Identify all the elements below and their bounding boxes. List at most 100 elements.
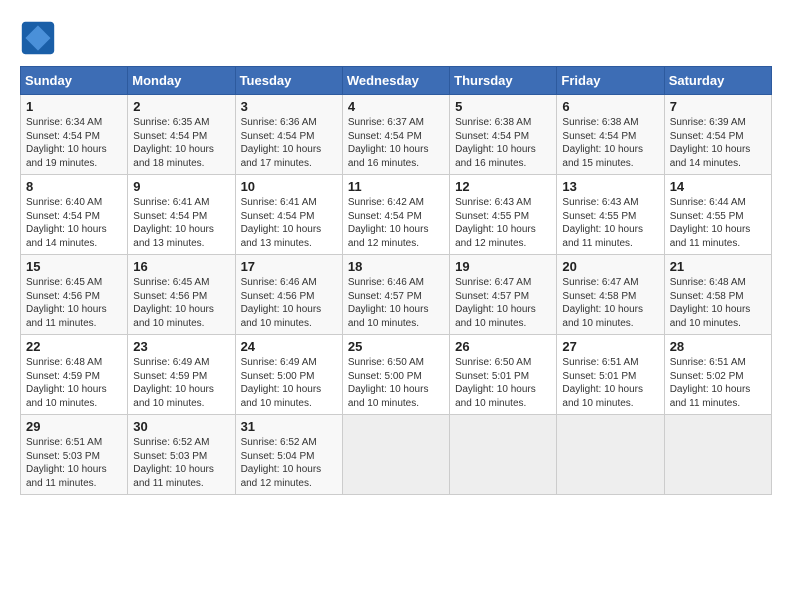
page-header [20, 20, 772, 56]
calendar-cell: 22 Sunrise: 6:48 AM Sunset: 4:59 PM Dayli… [21, 335, 128, 415]
day-number: 17 [241, 259, 337, 274]
calendar-week-row: 29 Sunrise: 6:51 AM Sunset: 5:03 PM Dayli… [21, 415, 772, 495]
calendar-cell: 18Sunrise: 6:46 AM Sunset: 4:57 PM Dayli… [342, 255, 449, 335]
day-number: 26 [455, 339, 551, 354]
calendar-cell: 5 Sunrise: 6:38 AM Sunset: 4:54 PM Daylig… [450, 95, 557, 175]
day-number: 28 [670, 339, 766, 354]
calendar-cell: 30 Sunrise: 6:52 AM Sunset: 5:03 PM Dayli… [128, 415, 235, 495]
calendar-cell: 23 Sunrise: 6:49 AM Sunset: 4:59 PM Dayli… [128, 335, 235, 415]
day-number: 2 [133, 99, 229, 114]
calendar-col-saturday: Saturday [664, 67, 771, 95]
logo-icon [20, 20, 56, 56]
calendar-cell: 19 Sunrise: 6:47 AM Sunset: 4:57 PM Dayli… [450, 255, 557, 335]
day-number: 10 [241, 179, 337, 194]
day-number: 14 [670, 179, 766, 194]
calendar-cell: 16 Sunrise: 6:45 AM Sunset: 4:56 PM Dayli… [128, 255, 235, 335]
calendar-col-monday: Monday [128, 67, 235, 95]
calendar-cell: 9 Sunrise: 6:41 AM Sunset: 4:54 PM Daylig… [128, 175, 235, 255]
day-info: Sunrise: 6:41 AM Sunset: 4:54 PM Dayligh… [133, 196, 229, 250]
calendar-cell: 8 Sunrise: 6:40 AM Sunset: 4:54 PM Daylig… [21, 175, 128, 255]
day-info: Sunrise: 6:37 AM Sunset: 4:54 PM Dayligh… [348, 116, 444, 170]
day-number: 4 [348, 99, 444, 114]
logo [20, 20, 60, 56]
day-number: 20 [562, 259, 658, 274]
day-info: Sunrise: 6:51 AM Sunset: 5:03 PM Dayligh… [26, 436, 122, 490]
day-number: 22 [26, 339, 122, 354]
calendar-cell: 12 Sunrise: 6:43 AM Sunset: 4:55 PM Dayli… [450, 175, 557, 255]
day-info: Sunrise: 6:45 AM Sunset: 4:56 PM Dayligh… [133, 276, 229, 330]
calendar-cell: 26Sunrise: 6:50 AM Sunset: 5:01 PM Dayli… [450, 335, 557, 415]
day-number: 29 [26, 419, 122, 434]
calendar-cell: 15 Sunrise: 6:45 AM Sunset: 4:56 PM Dayli… [21, 255, 128, 335]
calendar-cell: 17 Sunrise: 6:46 AM Sunset: 4:56 PM Dayli… [235, 255, 342, 335]
day-number: 7 [670, 99, 766, 114]
day-info: Sunrise: 6:51 AM Sunset: 5:02 PM Dayligh… [670, 356, 766, 410]
day-info: Sunrise: 6:38 AM Sunset: 4:54 PM Dayligh… [455, 116, 551, 170]
calendar-cell: 25 Sunrise: 6:50 AM Sunset: 5:00 PM Dayli… [342, 335, 449, 415]
day-number: 24 [241, 339, 337, 354]
day-info: Sunrise: 6:50 AM Sunset: 5:00 PM Dayligh… [348, 356, 444, 410]
day-number: 15 [26, 259, 122, 274]
day-info: Sunrise: 6:52 AM Sunset: 5:03 PM Dayligh… [133, 436, 229, 490]
calendar-week-row: 8 Sunrise: 6:40 AM Sunset: 4:54 PM Daylig… [21, 175, 772, 255]
calendar-cell: 3Sunrise: 6:36 AM Sunset: 4:54 PM Daylig… [235, 95, 342, 175]
calendar-week-row: 15 Sunrise: 6:45 AM Sunset: 4:56 PM Dayli… [21, 255, 772, 335]
day-info: Sunrise: 6:46 AM Sunset: 4:56 PM Dayligh… [241, 276, 337, 330]
day-info: Sunrise: 6:47 AM Sunset: 4:57 PM Dayligh… [455, 276, 551, 330]
day-info: Sunrise: 6:43 AM Sunset: 4:55 PM Dayligh… [562, 196, 658, 250]
calendar-cell: 11 Sunrise: 6:42 AM Sunset: 4:54 PM Dayli… [342, 175, 449, 255]
day-number: 1 [26, 99, 122, 114]
day-info: Sunrise: 6:48 AM Sunset: 4:58 PM Dayligh… [670, 276, 766, 330]
day-info: Sunrise: 6:34 AM Sunset: 4:54 PM Dayligh… [26, 116, 122, 170]
day-number: 11 [348, 179, 444, 194]
calendar-col-friday: Friday [557, 67, 664, 95]
day-info: Sunrise: 6:41 AM Sunset: 4:54 PM Dayligh… [241, 196, 337, 250]
day-number: 13 [562, 179, 658, 194]
day-info: Sunrise: 6:43 AM Sunset: 4:55 PM Dayligh… [455, 196, 551, 250]
calendar-cell: 27Sunrise: 6:51 AM Sunset: 5:01 PM Dayli… [557, 335, 664, 415]
day-info: Sunrise: 6:49 AM Sunset: 5:00 PM Dayligh… [241, 356, 337, 410]
calendar-col-thursday: Thursday [450, 67, 557, 95]
day-number: 12 [455, 179, 551, 194]
day-info: Sunrise: 6:38 AM Sunset: 4:54 PM Dayligh… [562, 116, 658, 170]
day-number: 8 [26, 179, 122, 194]
calendar-col-sunday: Sunday [21, 67, 128, 95]
day-info: Sunrise: 6:42 AM Sunset: 4:54 PM Dayligh… [348, 196, 444, 250]
day-number: 25 [348, 339, 444, 354]
calendar-cell: 31 Sunrise: 6:52 AM Sunset: 5:04 PM Dayli… [235, 415, 342, 495]
day-number: 23 [133, 339, 229, 354]
day-number: 6 [562, 99, 658, 114]
day-number: 5 [455, 99, 551, 114]
calendar-cell: 21 Sunrise: 6:48 AM Sunset: 4:58 PM Dayli… [664, 255, 771, 335]
calendar-cell [342, 415, 449, 495]
day-info: Sunrise: 6:39 AM Sunset: 4:54 PM Dayligh… [670, 116, 766, 170]
day-info: Sunrise: 6:52 AM Sunset: 5:04 PM Dayligh… [241, 436, 337, 490]
day-info: Sunrise: 6:40 AM Sunset: 4:54 PM Dayligh… [26, 196, 122, 250]
day-number: 30 [133, 419, 229, 434]
calendar-header-row: SundayMondayTuesdayWednesdayThursdayFrid… [21, 67, 772, 95]
day-info: Sunrise: 6:35 AM Sunset: 4:54 PM Dayligh… [133, 116, 229, 170]
day-number: 31 [241, 419, 337, 434]
calendar-cell: 6 Sunrise: 6:38 AM Sunset: 4:54 PM Daylig… [557, 95, 664, 175]
day-number: 27 [562, 339, 658, 354]
calendar-cell: 7 Sunrise: 6:39 AM Sunset: 4:54 PM Daylig… [664, 95, 771, 175]
day-info: Sunrise: 6:49 AM Sunset: 4:59 PM Dayligh… [133, 356, 229, 410]
calendar-cell: 1 Sunrise: 6:34 AM Sunset: 4:54 PM Daylig… [21, 95, 128, 175]
calendar-week-row: 22 Sunrise: 6:48 AM Sunset: 4:59 PM Dayli… [21, 335, 772, 415]
day-number: 9 [133, 179, 229, 194]
day-number: 21 [670, 259, 766, 274]
calendar-cell: 13 Sunrise: 6:43 AM Sunset: 4:55 PM Dayli… [557, 175, 664, 255]
calendar-cell: 29 Sunrise: 6:51 AM Sunset: 5:03 PM Dayli… [21, 415, 128, 495]
calendar-cell: 10 Sunrise: 6:41 AM Sunset: 4:54 PM Dayli… [235, 175, 342, 255]
calendar-col-tuesday: Tuesday [235, 67, 342, 95]
day-info: Sunrise: 6:47 AM Sunset: 4:58 PM Dayligh… [562, 276, 658, 330]
day-info: Sunrise: 6:48 AM Sunset: 4:59 PM Dayligh… [26, 356, 122, 410]
day-number: 19 [455, 259, 551, 274]
day-info: Sunrise: 6:45 AM Sunset: 4:56 PM Dayligh… [26, 276, 122, 330]
day-number: 3 [241, 99, 337, 114]
day-number: 16 [133, 259, 229, 274]
calendar-cell: 24 Sunrise: 6:49 AM Sunset: 5:00 PM Dayli… [235, 335, 342, 415]
calendar-cell [450, 415, 557, 495]
calendar-cell [557, 415, 664, 495]
calendar-cell: 28 Sunrise: 6:51 AM Sunset: 5:02 PM Dayli… [664, 335, 771, 415]
